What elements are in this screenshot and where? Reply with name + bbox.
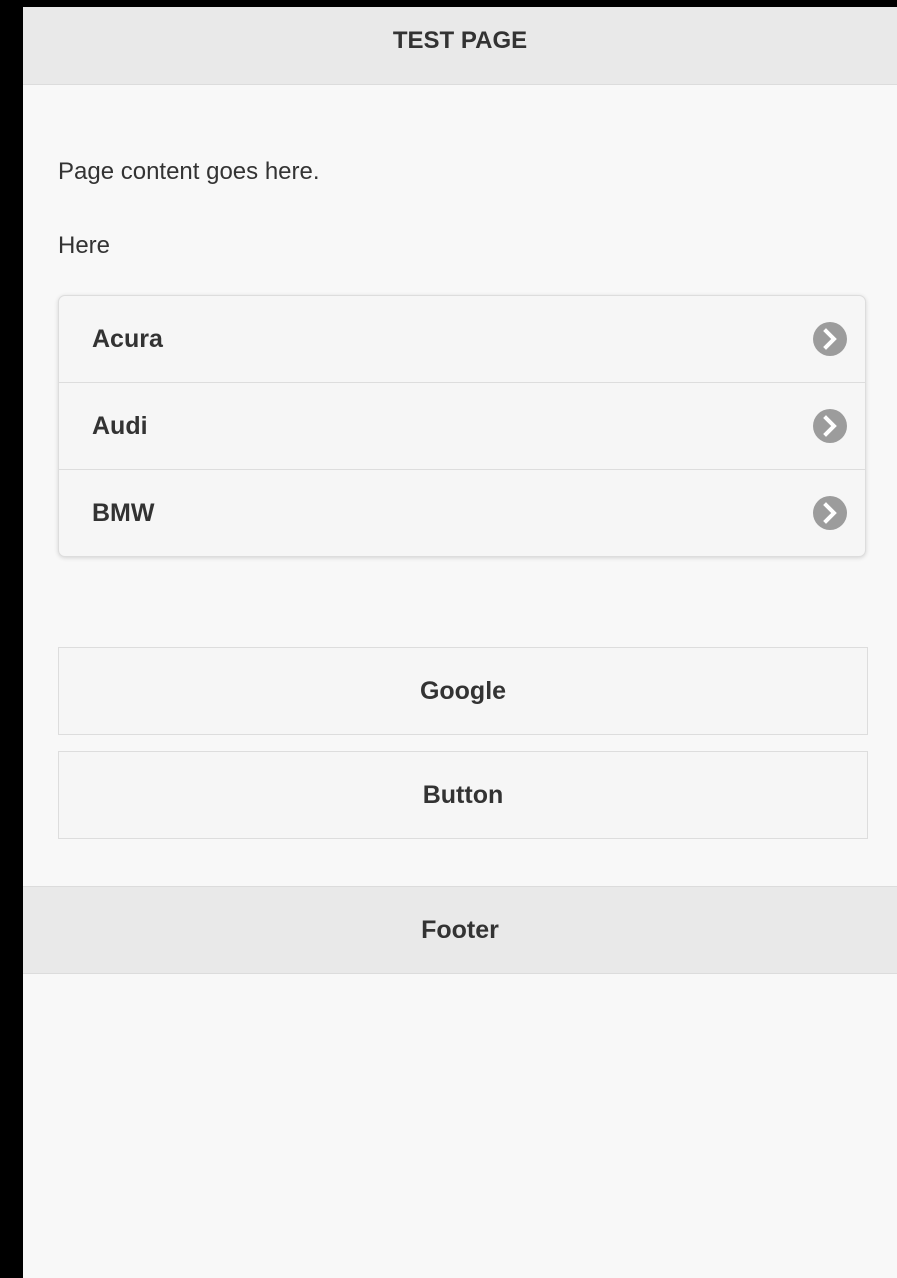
generic-button-label: Button: [422, 780, 504, 809]
screen-frame: TEST PAGE Page content goes here. Here A…: [0, 0, 897, 1278]
list-item-label: Audi: [92, 411, 148, 440]
google-button[interactable]: Google: [58, 647, 868, 735]
chevron-right-circle-icon: [813, 496, 847, 530]
chevron-right-circle-icon: [813, 322, 847, 356]
content-paragraph: Here: [58, 232, 111, 259]
page-footer: Footer: [23, 886, 897, 974]
car-listview: Acura Audi BMW: [58, 295, 866, 557]
list-item-label: Acura: [92, 324, 163, 353]
footer-title: Footer: [421, 915, 499, 944]
generic-button[interactable]: Button: [58, 751, 868, 839]
google-button-label: Google: [419, 676, 507, 705]
page-header: TEST PAGE: [23, 7, 897, 85]
list-item-audi[interactable]: Audi: [59, 383, 865, 470]
content-paragraph: Page content goes here.: [58, 158, 320, 185]
chevron-right-circle-icon: [813, 409, 847, 443]
list-item-bmw[interactable]: BMW: [59, 470, 865, 556]
page-title: TEST PAGE: [392, 26, 528, 54]
page: TEST PAGE Page content goes here. Here A…: [23, 7, 897, 1278]
list-item-acura[interactable]: Acura: [59, 296, 865, 383]
list-item-label: BMW: [92, 498, 155, 527]
